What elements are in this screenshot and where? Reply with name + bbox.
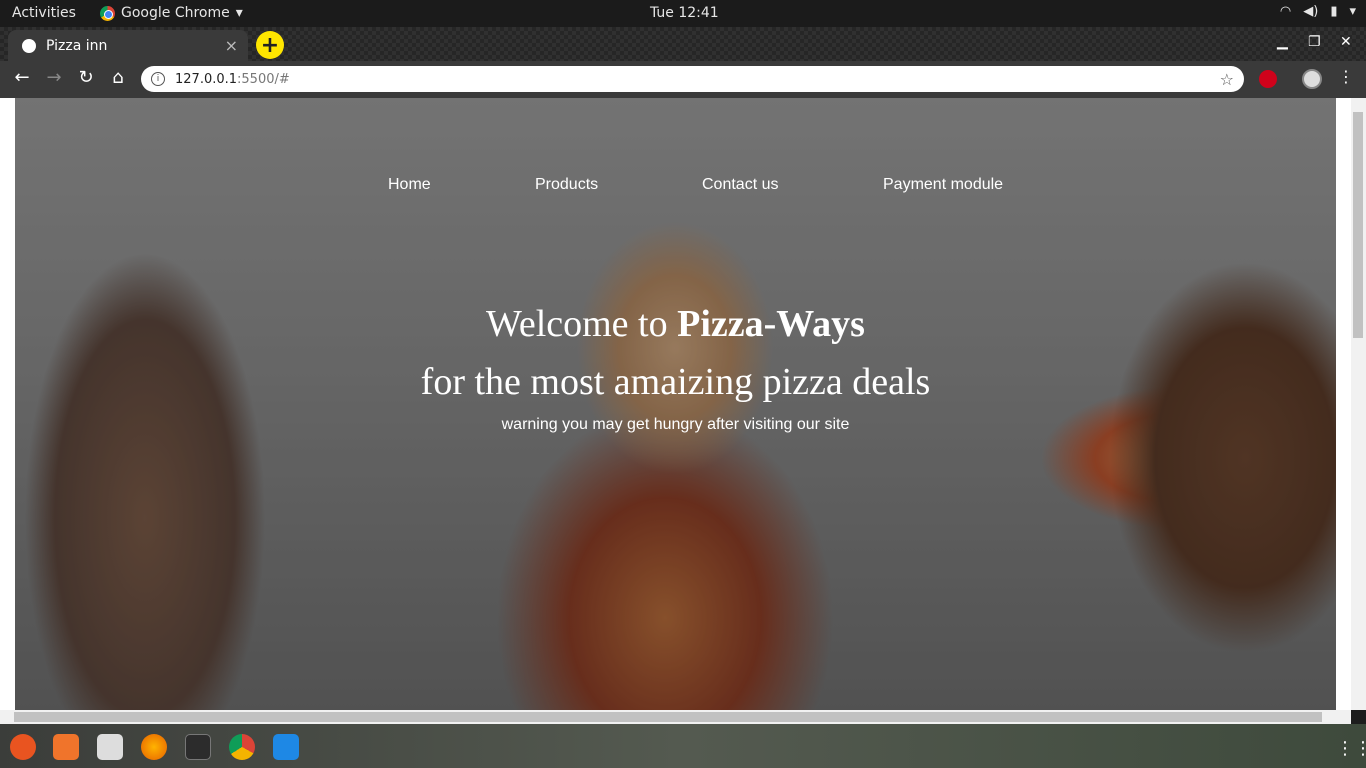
- show-apps-icon[interactable]: ⋮⋮⋮: [1336, 738, 1366, 759]
- volume-icon: ◀): [1303, 4, 1319, 19]
- system-tray[interactable]: ◠ ◀) ▮ ▾: [1280, 4, 1356, 19]
- nav-home[interactable]: Home: [388, 176, 431, 194]
- menu-icon[interactable]: ⋮: [1338, 67, 1354, 86]
- activities-button[interactable]: Activities: [12, 5, 76, 21]
- chrome-dock-icon[interactable]: [229, 734, 255, 760]
- url-host: 127.0.0.1: [175, 71, 238, 87]
- plus-icon: +: [260, 32, 280, 58]
- main-nav: Home Products Contact us Payment module: [15, 176, 1336, 200]
- globe-icon: [22, 38, 36, 53]
- star-icon[interactable]: ☆: [1220, 70, 1234, 89]
- battery-icon: ▮: [1330, 4, 1338, 19]
- software-center-icon[interactable]: [53, 734, 79, 760]
- firefox-icon[interactable]: [141, 734, 167, 760]
- close-icon[interactable]: ×: [225, 36, 238, 55]
- chevron-down-icon: ▾: [1349, 4, 1356, 19]
- close-window-button[interactable]: ✕: [1340, 34, 1352, 50]
- url-path: :5500/#: [237, 71, 290, 87]
- address-bar[interactable]: i 127.0.0.1 :5500/# ☆: [141, 66, 1244, 92]
- vscode-icon[interactable]: [273, 734, 299, 760]
- reload-button[interactable]: ↻: [74, 67, 98, 88]
- horizontal-scroll-thumb[interactable]: [14, 712, 1322, 722]
- vertical-scroll-thumb[interactable]: [1353, 112, 1363, 338]
- extension-icon[interactable]: [1259, 70, 1277, 88]
- terminal-icon[interactable]: [185, 734, 211, 760]
- nav-contact[interactable]: Contact us: [702, 176, 778, 194]
- nav-payment[interactable]: Payment module: [883, 176, 1003, 194]
- chevron-down-icon: ▾: [235, 5, 243, 21]
- hero-headline-line2: for the most amaizing pizza deals: [420, 361, 931, 403]
- hero-subtitle: warning you may get hungry after visitin…: [501, 416, 850, 433]
- app-name: Google Chrome: [121, 5, 230, 21]
- maximize-button[interactable]: ❐: [1308, 34, 1321, 50]
- browser-tab[interactable]: Pizza inn ×: [8, 30, 248, 61]
- profile-avatar[interactable]: [1302, 69, 1322, 89]
- minimize-button[interactable]: ▁: [1277, 34, 1288, 50]
- chrome-icon: [100, 5, 115, 21]
- page-viewport: Home Products Contact us Payment module …: [0, 98, 1366, 710]
- tab-title: Pizza inn: [46, 37, 108, 54]
- new-tab-button[interactable]: +: [256, 31, 284, 59]
- system-top-bar: Activities Google Chrome ▾ Tue 12:41 ◠ ◀…: [0, 0, 1366, 27]
- hero-section: Home Products Contact us Payment module …: [15, 98, 1336, 710]
- headline-prefix: Welcome to: [486, 303, 678, 345]
- files-icon[interactable]: [97, 734, 123, 760]
- wifi-icon: ◠: [1279, 4, 1292, 19]
- info-icon[interactable]: i: [151, 72, 165, 86]
- clock[interactable]: Tue 12:41: [650, 5, 719, 21]
- back-button[interactable]: ←: [10, 67, 34, 88]
- nav-products[interactable]: Products: [535, 176, 598, 194]
- ubuntu-icon[interactable]: [10, 734, 36, 760]
- forward-button[interactable]: →: [42, 67, 66, 88]
- hero-headline: Welcome to Pizza-Ways: [15, 302, 1336, 346]
- brand-name: Pizza-Ways: [677, 303, 865, 345]
- app-menu[interactable]: Google Chrome ▾: [100, 5, 243, 21]
- home-button[interactable]: ⌂: [106, 67, 130, 88]
